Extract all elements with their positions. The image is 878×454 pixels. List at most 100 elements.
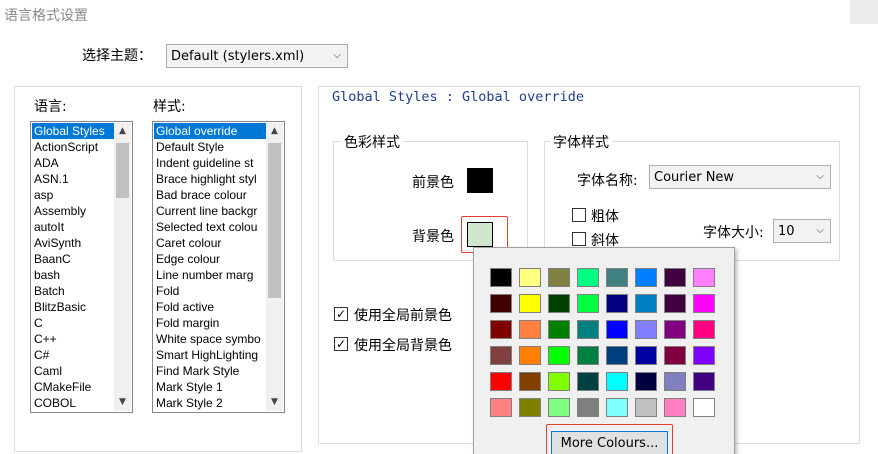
- palette-color-swatch[interactable]: [490, 372, 512, 391]
- font-name-select[interactable]: Courier New ⌵: [649, 165, 831, 189]
- palette-color-swatch[interactable]: [577, 398, 599, 417]
- palette-color-swatch[interactable]: [519, 268, 541, 287]
- palette-color-swatch[interactable]: [606, 294, 628, 313]
- palette-color-swatch[interactable]: [519, 320, 541, 339]
- palette-color-swatch[interactable]: [606, 372, 628, 391]
- list-item[interactable]: Selected text colou: [154, 219, 266, 235]
- palette-color-swatch[interactable]: [519, 398, 541, 417]
- palette-color-swatch[interactable]: [664, 398, 686, 417]
- list-item[interactable]: Caret colour: [154, 235, 266, 251]
- list-item[interactable]: Fold: [154, 283, 266, 299]
- scroll-down-icon[interactable]: ▼: [114, 394, 131, 411]
- palette-color-swatch[interactable]: [548, 294, 570, 313]
- palette-color-swatch[interactable]: [635, 320, 657, 339]
- list-item[interactable]: asp: [32, 187, 114, 203]
- palette-color-swatch[interactable]: [606, 346, 628, 365]
- list-item[interactable]: BlitzBasic: [32, 299, 114, 315]
- palette-color-swatch[interactable]: [577, 294, 599, 313]
- scroll-up-icon[interactable]: ▲: [266, 123, 283, 140]
- foreground-color-swatch[interactable]: [467, 168, 493, 193]
- palette-color-swatch[interactable]: [664, 372, 686, 391]
- list-item[interactable]: C: [32, 315, 114, 331]
- close-button[interactable]: [850, 0, 878, 24]
- list-item[interactable]: Mark Style 1: [154, 379, 266, 395]
- palette-color-swatch[interactable]: [635, 294, 657, 313]
- style-list[interactable]: Global override Default Style Indent guide…: [152, 121, 285, 413]
- list-item[interactable]: Mark Style 2: [154, 395, 266, 411]
- list-item[interactable]: Batch: [32, 283, 114, 299]
- list-item[interactable]: ActionScript: [32, 139, 114, 155]
- palette-color-swatch[interactable]: [635, 372, 657, 391]
- font-size-select[interactable]: 10 ⌵: [773, 219, 831, 243]
- list-item[interactable]: autoIt: [32, 219, 114, 235]
- scroll-thumb[interactable]: [116, 143, 129, 198]
- list-item[interactable]: Fold active: [154, 299, 266, 315]
- palette-color-swatch[interactable]: [577, 268, 599, 287]
- palette-color-swatch[interactable]: [490, 294, 512, 313]
- palette-color-swatch[interactable]: [606, 320, 628, 339]
- list-item[interactable]: Default Style: [154, 139, 266, 155]
- list-item[interactable]: C#: [32, 347, 114, 363]
- palette-color-swatch[interactable]: [577, 346, 599, 365]
- list-item[interactable]: CMakeFile: [32, 379, 114, 395]
- style-scrollbar[interactable]: ▲ ▼: [266, 123, 283, 411]
- palette-color-swatch[interactable]: [693, 346, 715, 365]
- list-item[interactable]: ASN.1: [32, 171, 114, 187]
- language-list[interactable]: Global Styles ActionScript ADA ASN.1 asp Asse…: [30, 121, 133, 413]
- palette-color-swatch[interactable]: [664, 268, 686, 287]
- list-item[interactable]: bash: [32, 267, 114, 283]
- palette-color-swatch[interactable]: [548, 398, 570, 417]
- palette-color-swatch[interactable]: [635, 268, 657, 287]
- palette-color-swatch[interactable]: [577, 320, 599, 339]
- palette-color-swatch[interactable]: [606, 398, 628, 417]
- palette-color-swatch[interactable]: [664, 294, 686, 313]
- palette-color-swatch[interactable]: [693, 268, 715, 287]
- list-item[interactable]: White space symbo: [154, 331, 266, 347]
- palette-color-swatch[interactable]: [519, 294, 541, 313]
- italic-checkbox[interactable]: [572, 232, 586, 246]
- list-item[interactable]: Fold margin: [154, 315, 266, 331]
- palette-color-swatch[interactable]: [693, 398, 715, 417]
- palette-color-swatch[interactable]: [693, 294, 715, 313]
- list-item[interactable]: Assembly: [32, 203, 114, 219]
- palette-color-swatch[interactable]: [664, 320, 686, 339]
- palette-color-swatch[interactable]: [490, 320, 512, 339]
- palette-color-swatch[interactable]: [519, 346, 541, 365]
- list-item[interactable]: COBOL: [32, 395, 114, 411]
- palette-color-swatch[interactable]: [519, 372, 541, 391]
- use-global-bg-checkbox[interactable]: ✓: [334, 337, 348, 351]
- more-colours-button[interactable]: More Colours...: [551, 431, 668, 454]
- palette-color-swatch[interactable]: [548, 320, 570, 339]
- list-item[interactable]: Indent guideline st: [154, 155, 266, 171]
- list-item[interactable]: Bad brace colour: [154, 187, 266, 203]
- background-color-swatch[interactable]: [467, 222, 493, 247]
- palette-color-swatch[interactable]: [490, 346, 512, 365]
- palette-color-swatch[interactable]: [664, 346, 686, 365]
- list-item[interactable]: Line number marg: [154, 267, 266, 283]
- list-item[interactable]: C++: [32, 331, 114, 347]
- list-item[interactable]: Caml: [32, 363, 114, 379]
- list-item[interactable]: Smart HighLighting: [154, 347, 266, 363]
- list-item[interactable]: Edge colour: [154, 251, 266, 267]
- palette-color-swatch[interactable]: [548, 268, 570, 287]
- list-item[interactable]: Find Mark Style: [154, 363, 266, 379]
- palette-color-swatch[interactable]: [577, 372, 599, 391]
- palette-color-swatch[interactable]: [635, 398, 657, 417]
- scroll-up-icon[interactable]: ▲: [114, 123, 131, 140]
- list-item[interactable]: Brace highlight styl: [154, 171, 266, 187]
- palette-color-swatch[interactable]: [693, 372, 715, 391]
- palette-color-swatch[interactable]: [490, 398, 512, 417]
- palette-color-swatch[interactable]: [693, 320, 715, 339]
- use-global-fg-checkbox[interactable]: ✓: [334, 307, 348, 321]
- scroll-thumb[interactable]: [268, 143, 281, 298]
- palette-color-swatch[interactable]: [548, 372, 570, 391]
- language-scrollbar[interactable]: ▲ ▼: [114, 123, 131, 411]
- list-item[interactable]: AviSynth: [32, 235, 114, 251]
- list-item[interactable]: Current line backgr: [154, 203, 266, 219]
- scroll-down-icon[interactable]: ▼: [266, 394, 283, 411]
- list-item[interactable]: Global override: [154, 123, 266, 139]
- palette-color-swatch[interactable]: [548, 346, 570, 365]
- palette-color-swatch[interactable]: [490, 268, 512, 287]
- list-item[interactable]: Global Styles: [32, 123, 114, 139]
- palette-color-swatch[interactable]: [635, 346, 657, 365]
